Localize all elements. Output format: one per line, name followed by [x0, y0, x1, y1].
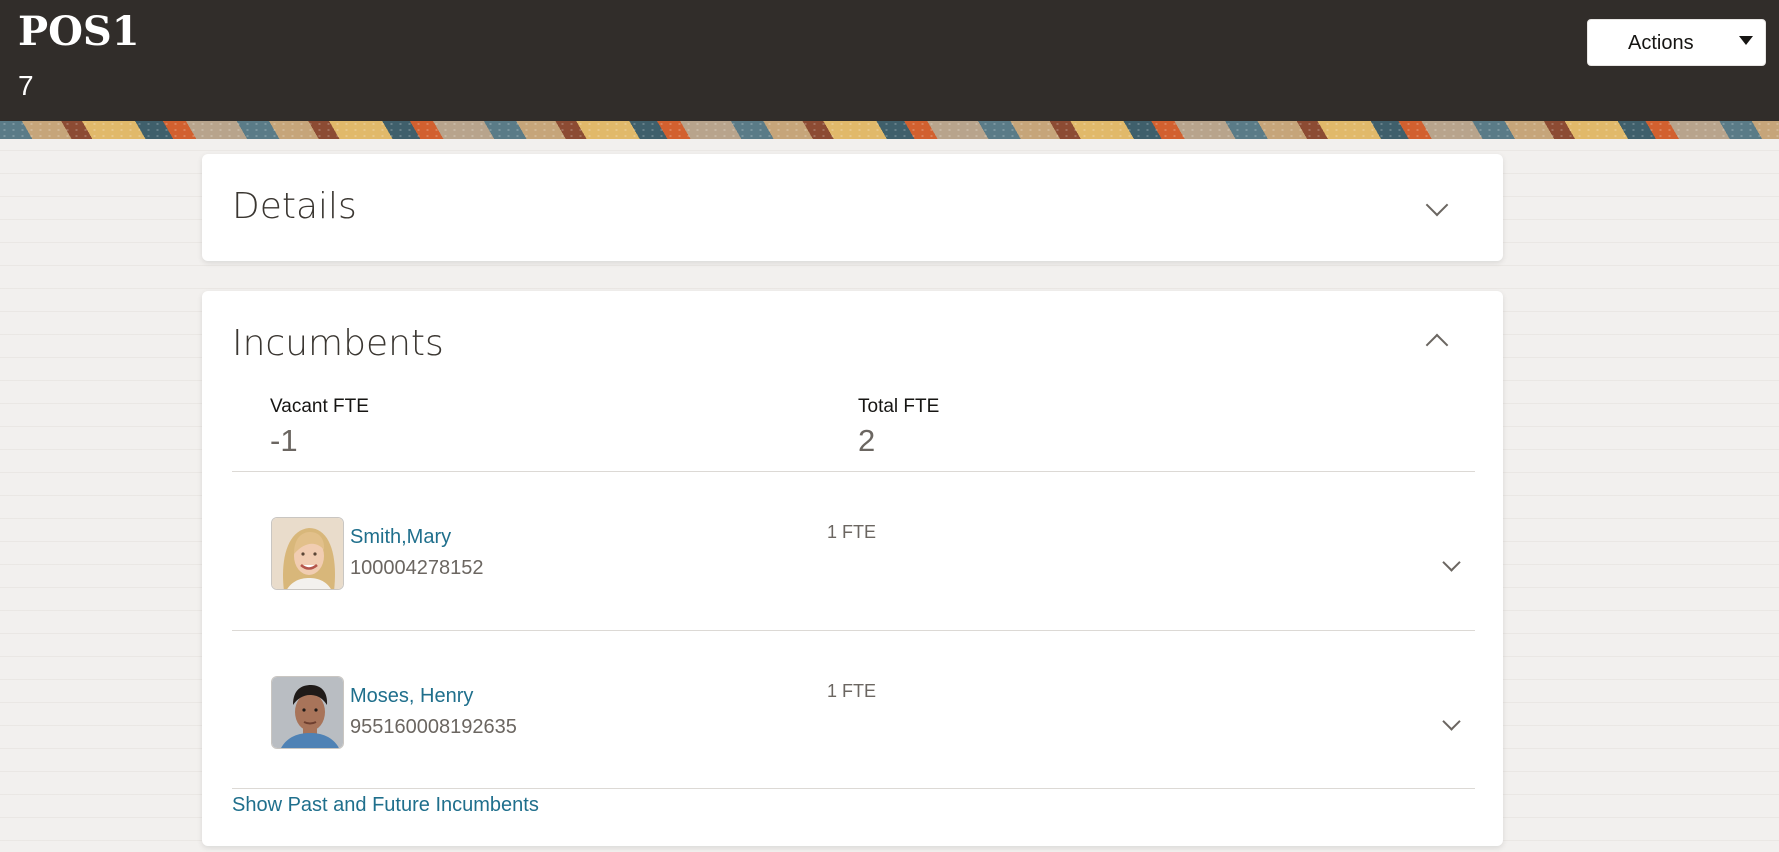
person-name-link[interactable]: Moses, Henry — [350, 685, 473, 708]
page-header: POS1 7 Actions — [0, 0, 1779, 121]
details-title: Details — [232, 186, 357, 227]
chevron-up-icon[interactable] — [1425, 333, 1449, 357]
divider — [232, 788, 1475, 789]
total-fte-label: Total FTE — [858, 396, 940, 417]
page-title: POS1 — [18, 8, 140, 55]
person-fte: 1 FTE — [827, 522, 877, 542]
incumbents-title: Incumbents — [232, 323, 444, 364]
vacant-fte-label: Vacant FTE — [270, 396, 369, 417]
person-photo-icon — [272, 677, 343, 748]
decorative-banner-texture — [0, 121, 1779, 139]
person-fte: 1 FTE — [827, 681, 877, 701]
person-id: 100004278152 — [350, 557, 484, 579]
actions-button[interactable]: Actions — [1587, 19, 1766, 66]
caret-down-icon — [1739, 36, 1753, 45]
chevron-down-icon[interactable] — [1425, 193, 1449, 217]
incumbent-row: Moses, Henry 955160008192635 1 FTE — [202, 631, 1503, 789]
incumbent-row: Smith,Mary 100004278152 1 FTE — [202, 472, 1503, 630]
incumbents-section: Incumbents Vacant FTE -1 Total FTE 2 Smi… — [202, 291, 1503, 846]
actions-button-label: Actions — [1628, 32, 1694, 54]
chevron-down-icon[interactable] — [1442, 553, 1461, 572]
person-photo-icon — [272, 518, 343, 589]
person-name-link[interactable]: Smith,Mary — [350, 526, 451, 549]
person-id: 955160008192635 — [350, 716, 517, 738]
vacant-fte-value: -1 — [270, 423, 298, 458]
avatar[interactable] — [271, 676, 344, 749]
total-fte-value: 2 — [858, 423, 876, 458]
chevron-down-icon[interactable] — [1442, 712, 1461, 731]
page-subtitle: 7 — [18, 70, 34, 101]
show-past-future-incumbents-link[interactable]: Show Past and Future Incumbents — [232, 794, 539, 817]
details-section: Details — [202, 154, 1503, 261]
avatar[interactable] — [271, 517, 344, 590]
